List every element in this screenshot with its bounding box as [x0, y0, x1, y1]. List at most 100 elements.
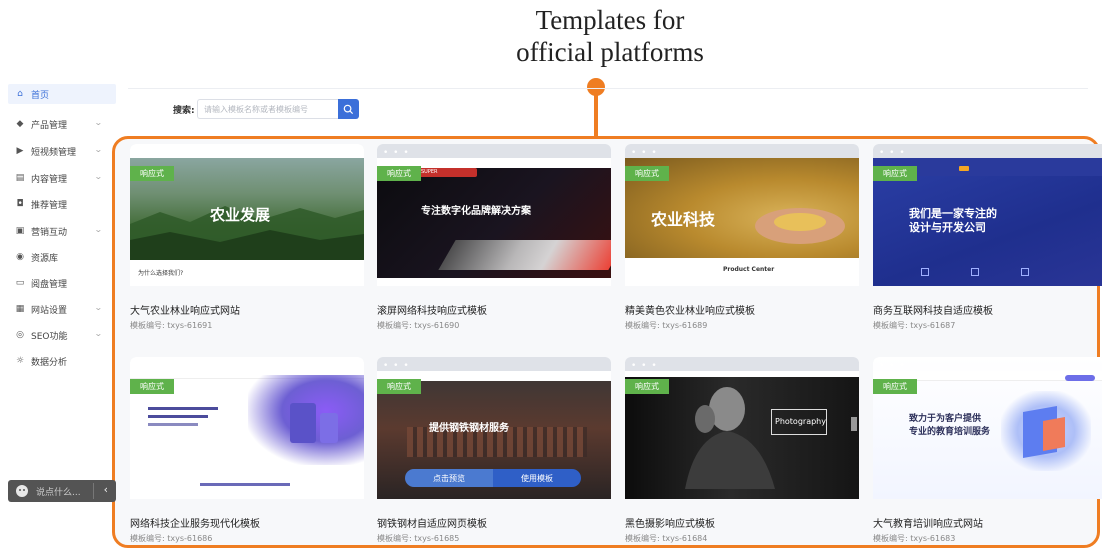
sidebar-item-site-settings[interactable]: ▦ 网站设置 ⌄ [8, 299, 116, 319]
chat-placeholder: 说点什么... [36, 487, 81, 498]
site-settings-icon: ▦ [15, 304, 25, 314]
template-thumbnail[interactable]: • • • SUPER 专注数字化品牌解决方案 响应式 [377, 144, 611, 286]
hero-title: 提供钢铁钢材服务 [429, 423, 509, 434]
sidebar-item-marketing[interactable]: ▣ 营销互动 ⌄ [8, 221, 116, 241]
chat-divider [93, 483, 94, 499]
window-dots-icon: • • • [631, 148, 658, 158]
home-icon: ⌂ [17, 89, 23, 99]
template-thumbnail[interactable]: • • • 致力于为客户提供 专业的教育培训服务 响应式 [873, 357, 1102, 499]
responsive-tag: 响应式 [377, 166, 421, 181]
sidebar-item-label: 内容管理 [31, 174, 68, 185]
recommend-icon: ◘ [16, 199, 24, 209]
template-thumbnail[interactable]: • • • 我们是一家专注的 设计与开发公司 响应式 [873, 144, 1102, 286]
template-title[interactable]: 商务互联网科技自适应模板 [873, 302, 993, 317]
window-dots-icon: • • • [631, 361, 658, 371]
use-template-button[interactable]: 使用模板 [493, 469, 581, 487]
sidebar-item-label: 产品管理 [31, 120, 68, 131]
sidebar-item-video[interactable]: ▶ 短视频管理 ⌄ [8, 141, 116, 161]
sidebar-item-recommend[interactable]: ◘ 推荐管理 [8, 194, 116, 214]
template-title[interactable]: 大气教育培训响应式网站 [873, 515, 983, 530]
template-thumbnail[interactable]: • • • 农业科技 Product Center 响应式 [625, 144, 859, 286]
template-code: 模板编号: txys-61685 [377, 534, 460, 543]
template-title[interactable]: 滚屏网络科技响应式模板 [377, 302, 487, 317]
template-code: 模板编号: txys-61683 [873, 534, 956, 543]
template-code: 模板编号: txys-61684 [625, 534, 708, 543]
annotation-line-2: official platforms [516, 37, 704, 67]
browser-chrome [625, 357, 859, 371]
chevron-down-icon[interactable]: ⌄ [94, 118, 103, 127]
template-code: 模板编号: txys-61686 [130, 534, 213, 543]
sidebar-item-label: 网站设置 [31, 305, 68, 316]
template-thumbnail[interactable]: • • • 提供钢铁钢材服务 点击预览 使用模板 响应式 [377, 357, 611, 499]
window-dots-icon: • • • [136, 361, 163, 371]
template-title[interactable]: 黑色摄影响应式模板 [625, 515, 715, 530]
marketing-icon: ▣ [15, 226, 25, 236]
responsive-tag: 响应式 [130, 379, 174, 394]
chevron-down-icon[interactable]: ⌄ [94, 172, 103, 181]
card-hover-actions: 点击预览 使用模板 [405, 469, 581, 487]
sidebar-item-panel[interactable]: ▭ 阅盘管理 [8, 273, 116, 293]
template-title[interactable]: 大气农业林业响应式网站 [130, 302, 240, 317]
responsive-tag: 响应式 [873, 166, 917, 181]
browser-chrome [377, 357, 611, 371]
window-dots-icon: • • • [383, 361, 410, 371]
hero-title: 专注数字化品牌解决方案 [421, 206, 531, 217]
search-label: 搜索: [173, 106, 195, 116]
smiley-icon[interactable] [16, 485, 28, 497]
template-code: 模板编号: txys-61687 [873, 321, 956, 330]
sidebar-item-label: 数据分析 [31, 357, 68, 368]
chevron-down-icon[interactable]: ⌄ [94, 145, 103, 154]
responsive-tag: 响应式 [130, 166, 174, 181]
analytics-icon: ☼ [15, 356, 25, 366]
chevron-down-icon[interactable]: ⌄ [94, 303, 103, 312]
sidebar-item-product[interactable]: ◆ 产品管理 ⌄ [8, 114, 116, 134]
sidebar-item-seo[interactable]: ◎ SEO功能 ⌄ [8, 325, 116, 345]
search-input[interactable] [197, 99, 338, 119]
browser-chrome [873, 144, 1102, 158]
annotation-label: Templates for official platforms [470, 4, 750, 68]
chat-input-bar[interactable]: 说点什么... ‹ [8, 480, 116, 502]
browser-chrome [625, 144, 859, 158]
chevron-down-icon[interactable]: ⌄ [94, 225, 103, 234]
preview-button[interactable]: 点击预览 [405, 469, 493, 487]
browser-chrome [377, 144, 611, 158]
header-divider [128, 88, 1088, 89]
sidebar-item-analytics[interactable]: ☼ 数据分析 [8, 351, 116, 371]
resource-icon: ◉ [16, 252, 24, 262]
hero-title: 致力于为客户提供 [909, 414, 982, 424]
chevron-down-icon[interactable]: ⌄ [94, 329, 103, 338]
sidebar-item-home[interactable]: ⌂ 首页 [8, 84, 116, 104]
template-title[interactable]: 网络科技企业服务现代化模板 [130, 515, 260, 530]
annotation-line-1: Templates for [535, 5, 685, 35]
sidebar-item-label: 阅盘管理 [31, 279, 68, 290]
template-title[interactable]: 精美黄色农业林业响应式模板 [625, 302, 755, 317]
seo-icon: ◎ [16, 330, 24, 340]
template-code: 模板编号: txys-61689 [625, 321, 708, 330]
template-title[interactable]: 钢铁钢材自适应网页模板 [377, 515, 487, 530]
window-dots-icon: • • • [383, 148, 410, 158]
collapse-arrow-icon[interactable]: ‹ [104, 483, 108, 496]
hero-subtitle: 专业的教育培训服务 [909, 427, 991, 437]
sidebar-item-label: 推荐管理 [31, 200, 68, 211]
template-thumbnail[interactable]: • • • 农业发展 为什么选择我们? 响应式 [130, 144, 364, 286]
template-code: 模板编号: txys-61690 [377, 321, 460, 330]
sidebar-item-content[interactable]: ▤ 内容管理 ⌄ [8, 168, 116, 188]
product-icon: ◆ [16, 119, 24, 129]
responsive-tag: 响应式 [873, 379, 917, 394]
template-thumbnail[interactable]: • • • 响应式 [130, 357, 364, 499]
annotation-connector [594, 94, 598, 138]
template-thumbnail[interactable]: • • • Photography 响应式 [625, 357, 859, 499]
video-icon: ▶ [16, 146, 24, 156]
window-dots-icon: • • • [879, 148, 906, 158]
hero-subtitle: 设计与开发公司 [909, 221, 986, 234]
search-icon [343, 104, 354, 114]
sidebar-item-label: SEO功能 [31, 331, 68, 342]
sidebar-item-label: 首页 [31, 90, 50, 101]
section-heading: Product Center [723, 266, 775, 273]
sidebar-item-resource[interactable]: ◉ 资源库 [8, 247, 116, 267]
sidebar-item-label: 短视频管理 [31, 147, 77, 158]
responsive-tag: 响应式 [625, 166, 669, 181]
window-dots-icon: • • • [136, 148, 163, 158]
search-button[interactable] [338, 99, 359, 119]
window-dots-icon: • • • [879, 361, 906, 371]
